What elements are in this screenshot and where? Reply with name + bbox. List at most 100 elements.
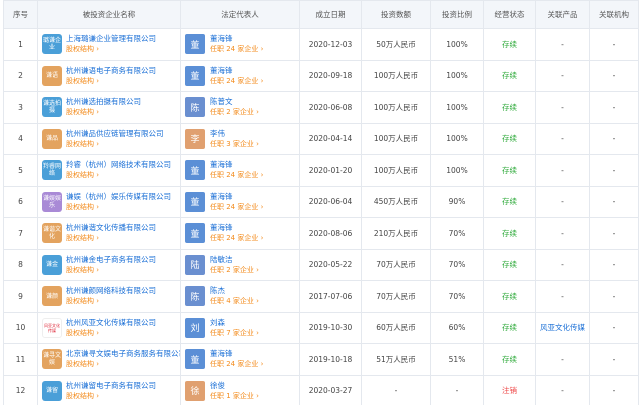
company-name-link[interactable]: 杭州谦留电子商务有限公司 <box>66 380 156 391</box>
legal-rep-link[interactable]: 徐俊 <box>210 380 259 391</box>
related-product: - <box>535 248 590 281</box>
established-date: 2020-03-27 <box>299 374 362 405</box>
rep-positions-link[interactable]: 任职 1 家企业 › <box>210 391 259 402</box>
table-row: 7 谦谐文化 杭州谦谐文化传播有限公司 股权结构 › 董 董海锋 任职 24 家… <box>3 217 639 250</box>
company-logo: 谦语 <box>42 65 62 86</box>
company-logo: 璐谦企业 <box>42 34 62 55</box>
company-name-link[interactable]: 北京谦寻文娱电子商务服务有限公司 <box>66 348 180 359</box>
equity-structure-link[interactable]: 股权结构 › <box>66 202 171 213</box>
legal-rep-link[interactable]: 董海锋 <box>210 65 263 76</box>
legal-rep-link[interactable]: 董海锋 <box>210 348 263 359</box>
row-number: 9 <box>3 280 38 313</box>
related-product: - <box>535 185 590 218</box>
avatar: 董 <box>185 34 205 55</box>
legal-rep-link[interactable]: 董海锋 <box>210 33 263 44</box>
equity-structure-link[interactable]: 股权结构 › <box>66 359 180 370</box>
established-date: 2020-05-22 <box>299 248 362 281</box>
investment-amount: 70万人民币 <box>361 248 431 281</box>
investment-amount: 100万人民币 <box>361 59 431 92</box>
equity-structure-link[interactable]: 股权结构 › <box>66 139 164 150</box>
established-date: 2019-10-18 <box>299 343 362 376</box>
related-product: - <box>535 154 590 187</box>
rep-positions-link[interactable]: 任职 24 家企业 › <box>210 233 263 244</box>
row-number: 1 <box>3 28 38 61</box>
legal-rep-cell: 董 董海锋 任职 24 家企业 › <box>180 343 300 376</box>
rep-positions-link[interactable]: 任职 24 家企业 › <box>210 44 263 55</box>
rep-positions-link[interactable]: 任职 2 家企业 › <box>210 107 259 118</box>
status-badge: 存续 <box>483 122 536 155</box>
rep-positions-link[interactable]: 任职 24 家企业 › <box>210 359 263 370</box>
rep-positions-link[interactable]: 任职 24 家企业 › <box>210 170 263 181</box>
investment-ratio: 70% <box>430 217 484 250</box>
established-date: 2020-06-04 <box>299 185 362 218</box>
company-cell: 谦留 杭州谦留电子商务有限公司 股权结构 › <box>37 374 181 405</box>
table-row: 11 谦寻文娱 北京谦寻文娱电子商务服务有限公司 股权结构 › 董 董海锋 任职… <box>3 343 639 376</box>
investment-ratio: 100% <box>430 154 484 187</box>
legal-rep-link[interactable]: 陈普文 <box>210 96 259 107</box>
avatar: 董 <box>185 191 205 212</box>
avatar: 陈 <box>185 97 205 118</box>
established-date: 2017-07-06 <box>299 280 362 313</box>
company-cell: 羚睿网络 羚睿（杭州）网络技术有限公司 股权结构 › <box>37 154 181 187</box>
company-name-link[interactable]: 羚睿（杭州）网络技术有限公司 <box>66 159 171 170</box>
legal-rep-cell: 董 董海锋 任职 24 家企业 › <box>180 154 300 187</box>
investment-ratio: 51% <box>430 343 484 376</box>
legal-rep-link[interactable]: 李伟 <box>210 128 259 139</box>
equity-structure-link[interactable]: 股权结构 › <box>66 76 156 87</box>
row-number: 2 <box>3 59 38 92</box>
table-row: 3 谦选拍摄 杭州谦选拍摄有限公司 股权结构 › 陈 陈普文 任职 2 家企业 … <box>3 91 639 124</box>
legal-rep-link[interactable]: 董海锋 <box>210 159 263 170</box>
legal-rep-link[interactable]: 陈杰 <box>210 285 259 296</box>
company-cell: 璐谦企业 上海璐谦企业管理有限公司 股权结构 › <box>37 28 181 61</box>
company-name-link[interactable]: 杭州谦谐文化传播有限公司 <box>66 222 156 233</box>
company-logo: 谦金 <box>42 254 62 275</box>
company-name-link[interactable]: 杭州谦金电子商务有限公司 <box>66 254 156 265</box>
legal-rep-cell: 董 董海锋 任职 24 家企业 › <box>180 217 300 250</box>
company-name-link[interactable]: 杭州谦颜网络科技有限公司 <box>66 285 156 296</box>
company-cell: 谦寻文娱 北京谦寻文娱电子商务服务有限公司 股权结构 › <box>37 343 181 376</box>
legal-rep-cell: 李 李伟 任职 3 家企业 › <box>180 122 300 155</box>
equity-structure-link[interactable]: 股权结构 › <box>66 296 156 307</box>
investment-amount: 100万人民币 <box>361 154 431 187</box>
status-badge: 存续 <box>483 217 536 250</box>
investment-amount: 450万人民币 <box>361 185 431 218</box>
legal-rep-link[interactable]: 董海锋 <box>210 222 263 233</box>
equity-structure-link[interactable]: 股权结构 › <box>66 44 156 55</box>
equity-structure-link[interactable]: 股权结构 › <box>66 170 171 181</box>
company-name-link[interactable]: 谦娱（杭州）娱乐传媒有限公司 <box>66 191 171 202</box>
company-name-link[interactable]: 杭州风亚文化传媒有限公司 <box>66 317 156 328</box>
equity-structure-link[interactable]: 股权结构 › <box>66 328 156 339</box>
related-product: - <box>535 280 590 313</box>
status-badge: 存续 <box>483 154 536 187</box>
legal-rep-link[interactable]: 董海锋 <box>210 191 263 202</box>
equity-structure-link[interactable]: 股权结构 › <box>66 233 156 244</box>
rep-positions-link[interactable]: 任职 24 家企业 › <box>210 202 263 213</box>
related-org: - <box>589 311 639 344</box>
company-name-link[interactable]: 上海璐谦企业管理有限公司 <box>66 33 156 44</box>
rep-positions-link[interactable]: 任职 4 家企业 › <box>210 296 259 307</box>
rep-positions-link[interactable]: 任职 7 家企业 › <box>210 328 259 339</box>
equity-structure-link[interactable]: 股权结构 › <box>66 107 141 118</box>
row-number: 12 <box>3 374 38 405</box>
rep-positions-link[interactable]: 任职 3 家企业 › <box>210 139 259 150</box>
legal-rep-link[interactable]: 陆敏洁 <box>210 254 259 265</box>
avatar: 董 <box>185 65 205 86</box>
company-logo: 羚睿网络 <box>42 160 62 181</box>
equity-structure-link[interactable]: 股权结构 › <box>66 391 156 402</box>
avatar: 徐 <box>185 380 205 401</box>
related-org: - <box>589 280 639 313</box>
col-header-product: 关联产品 <box>535 0 590 29</box>
avatar: 李 <box>185 128 205 149</box>
rep-positions-link[interactable]: 任职 2 家企业 › <box>210 265 259 276</box>
legal-rep-link[interactable]: 刘森 <box>210 317 259 328</box>
rep-positions-link[interactable]: 任职 24 家企业 › <box>210 76 263 87</box>
company-name-link[interactable]: 杭州谦品供应链管理有限公司 <box>66 128 164 139</box>
company-name-link[interactable]: 杭州谦选拍摄有限公司 <box>66 96 141 107</box>
related-product: - <box>535 122 590 155</box>
company-name-link[interactable]: 杭州谦语电子商务有限公司 <box>66 65 156 76</box>
related-product[interactable]: 风亚文化传媒 <box>535 311 590 344</box>
equity-structure-link[interactable]: 股权结构 › <box>66 265 156 276</box>
row-number: 8 <box>3 248 38 281</box>
row-number: 3 <box>3 91 38 124</box>
col-header-rep: 法定代表人 <box>180 0 300 29</box>
